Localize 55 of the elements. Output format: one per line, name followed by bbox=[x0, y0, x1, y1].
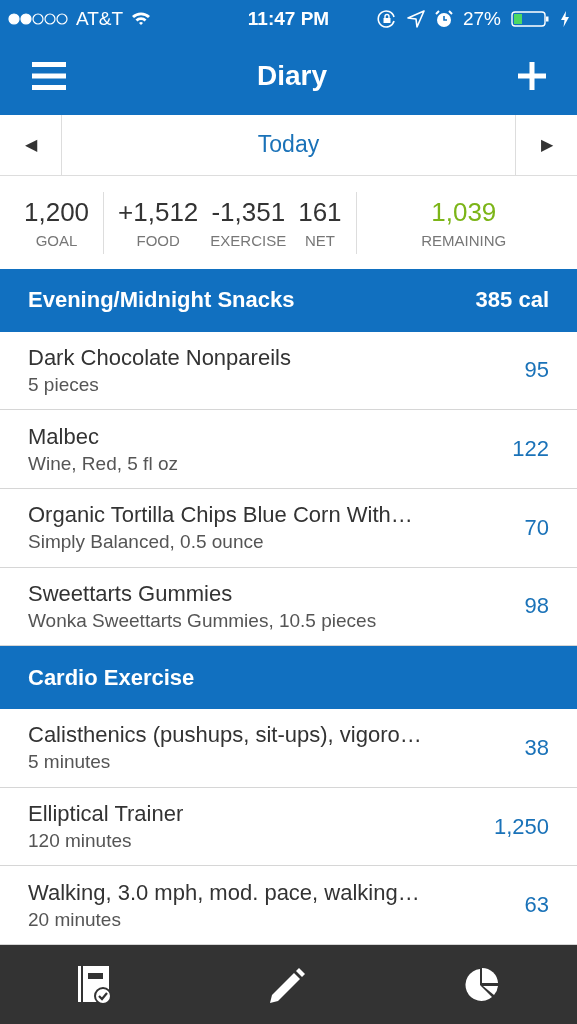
entry-name: Sweettarts Gummies bbox=[28, 580, 234, 607]
battery-percent: 27% bbox=[462, 7, 501, 30]
diary-entry[interactable]: Elliptical Trainer 120 minutes 1,250 bbox=[0, 787, 577, 867]
diary-entry[interactable]: Calisthenics (pushups, sit-ups), vigoro… 5 minutes 38 bbox=[0, 709, 577, 788]
entry-name: Walking, 3.0 mph, mod. pace, walking… bbox=[28, 879, 420, 906]
calorie-count: 122 bbox=[512, 436, 549, 463]
calorie-value: -1,351 bbox=[211, 196, 286, 228]
signal-icon bbox=[8, 12, 68, 25]
clock: 11:47 PM bbox=[247, 7, 330, 30]
calorie-label: NET bbox=[304, 231, 335, 249]
menu-icon[interactable] bbox=[32, 62, 66, 91]
entry-detail: Simply Balanced, 0.5 ounce bbox=[28, 531, 265, 554]
section-total: 385 cal bbox=[475, 287, 549, 314]
calorie-count: 95 bbox=[524, 357, 549, 384]
entry-detail: Wine, Red, 5 fl oz bbox=[28, 452, 178, 475]
calorie-label: REMAINING bbox=[421, 231, 507, 249]
battery-icon bbox=[511, 9, 551, 28]
diary-entry[interactable]: Organic Tortilla Chips Blue Corn With… Simply Balanced, 0.5 ounce 70 bbox=[0, 488, 577, 568]
calorie-count: 63 bbox=[524, 892, 549, 919]
screen-title: Diary bbox=[256, 60, 327, 93]
calorie-value: +1,512 bbox=[118, 196, 199, 228]
rotation-lock-icon bbox=[376, 8, 397, 29]
calorie-label: EXERCISE bbox=[210, 231, 287, 249]
location-icon bbox=[406, 9, 425, 28]
section-title: Evening/Midnight Snacks bbox=[28, 287, 295, 314]
entry-name: Malbec bbox=[28, 423, 100, 450]
entry-name: Dark Chocolate Nonpareils bbox=[28, 344, 291, 371]
pie-chart-icon[interactable] bbox=[462, 966, 499, 1003]
charging-icon bbox=[561, 10, 569, 27]
calorie-count: 98 bbox=[524, 593, 549, 620]
calorie-count: 70 bbox=[524, 514, 549, 541]
entry-detail: 5 pieces bbox=[28, 373, 100, 396]
entry-name: Calisthenics (pushups, sit-ups), vigoro… bbox=[28, 722, 422, 749]
entry-detail: 20 minutes bbox=[28, 908, 122, 931]
wifi-icon bbox=[131, 11, 152, 27]
calorie-label: GOAL bbox=[35, 231, 78, 249]
entry-name: Organic Tortilla Chips Blue Corn With… bbox=[28, 502, 413, 529]
diary-entry[interactable]: Malbec Wine, Red, 5 fl oz 122 bbox=[0, 410, 577, 489]
pencil-icon[interactable] bbox=[270, 966, 307, 1003]
calorie-label: FOOD bbox=[136, 231, 180, 249]
calorie-value: 161 bbox=[298, 196, 342, 228]
calorie-count: 38 bbox=[524, 734, 549, 761]
alarm-icon bbox=[434, 9, 453, 28]
diary-entry[interactable]: Dark Chocolate Nonpareils 5 pieces 95 bbox=[0, 331, 577, 411]
entry-detail: 120 minutes bbox=[28, 830, 133, 852]
entry-detail: Wonka Sweettarts Gummies, 10.5 pieces bbox=[28, 609, 377, 632]
entry-detail: 5 minutes bbox=[28, 751, 112, 774]
calorie-value: 1,039 bbox=[431, 196, 497, 228]
calorie-value: 1,200 bbox=[24, 196, 90, 228]
entry-name: Elliptical Trainer bbox=[28, 801, 184, 827]
section-title: Cardio Exercise bbox=[28, 664, 195, 691]
calorie-count: 1,250 bbox=[493, 813, 549, 840]
date-label[interactable]: Today bbox=[62, 114, 515, 176]
carrier: AT&T bbox=[76, 7, 124, 30]
add-icon[interactable] bbox=[518, 62, 546, 91]
